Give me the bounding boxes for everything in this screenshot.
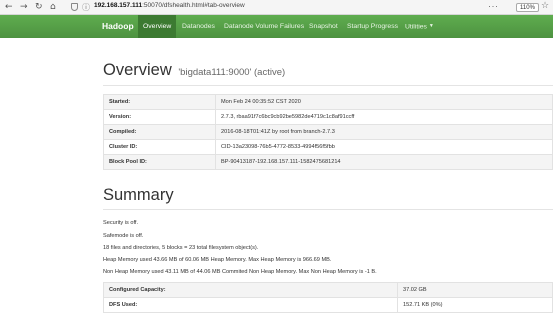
safemode-status: Safemode is off.	[103, 233, 144, 239]
table-value: 2.7.3, rbaa91f7c6bc9cb92be5982de4719c1c8…	[215, 109, 553, 125]
table-key: Block Pool ID:	[103, 154, 216, 170]
page-actions-menu-icon[interactable]: ···	[488, 1, 499, 11]
address-bar[interactable]: 192.168.157.111:50070/dfshealth.html#tab…	[94, 2, 245, 9]
table-key: Compiled:	[103, 124, 216, 140]
summary-table: Configured Capacity: 37.02 GB DFS Used: …	[103, 282, 553, 313]
nav-datanode-volume-failures[interactable]: Datanode Volume Failures	[219, 15, 309, 38]
table-key: Configured Capacity:	[103, 282, 398, 298]
divider	[103, 85, 553, 86]
hadoop-navbar: Hadoop Overview Datanodes Datanode Volum…	[0, 15, 553, 38]
home-icon[interactable]: ⌂	[50, 2, 56, 12]
table-value: 2016-08-18T01:41Z by root from branch-2.…	[215, 124, 553, 140]
table-row: Cluster ID: CID-13a23098-76b5-4772-8533-…	[103, 139, 553, 155]
forward-arrow-icon[interactable]: →	[20, 2, 28, 12]
divider	[103, 209, 553, 210]
nav-startup-progress[interactable]: Startup Progress	[342, 15, 403, 38]
chevron-down-icon: ▼	[428, 23, 434, 29]
star-icon[interactable]: ☆	[541, 1, 549, 11]
reload-icon[interactable]: ↻	[35, 2, 43, 12]
overview-heading: Overview 'bigdata111:9000' (active)	[103, 61, 285, 80]
table-value: 37.02 GB	[397, 282, 553, 298]
shield-icon[interactable]	[71, 3, 78, 11]
table-value: BP-90413187-192.168.157.111-158247568121…	[215, 154, 553, 170]
overview-title: Overview	[103, 61, 172, 79]
heap-memory: Heap Memory used 43.66 MB of 60.06 MB He…	[103, 257, 332, 263]
table-key: DFS Used:	[103, 297, 398, 313]
namenode-subtitle: 'bigdata111:9000' (active)	[178, 67, 286, 78]
table-key: Cluster ID:	[103, 139, 216, 155]
table-row: Started: Mon Feb 24 00:35:52 CST 2020	[103, 94, 553, 110]
table-row: Block Pool ID: BP-90413187-192.168.157.1…	[103, 154, 553, 170]
security-status: Security is off.	[103, 220, 139, 226]
table-row: DFS Used: 152.71 KB (0%)	[103, 297, 553, 313]
table-row: Version: 2.7.3, rbaa91f7c6bc9cb92be5982d…	[103, 109, 553, 125]
table-value: 152.71 KB (0%)	[397, 297, 553, 313]
nav-overview[interactable]: Overview	[138, 15, 177, 38]
summary-heading: Summary	[103, 186, 174, 204]
brand-logo[interactable]: Hadoop	[102, 21, 134, 31]
nav-datanodes[interactable]: Datanodes	[177, 15, 220, 38]
nav-utilities-label: Utilities	[405, 23, 427, 31]
nav-utilities[interactable]: Utilities ▼	[400, 15, 439, 38]
table-row: Compiled: 2016-08-18T01:41Z by root from…	[103, 124, 553, 140]
table-key: Started:	[103, 94, 216, 110]
url-host: 192.168.157.111	[94, 2, 143, 9]
zoom-level-button[interactable]: 110%	[516, 3, 539, 12]
browser-toolbar: ← → ↻ ⌂ ⓘ 192.168.157.111:50070/dfshealt…	[0, 0, 553, 15]
url-path: :50070/dfshealth.html#tab-overview	[142, 2, 245, 9]
non-heap-memory: Non Heap Memory used 43.11 MB of 44.06 M…	[103, 269, 377, 275]
back-arrow-icon[interactable]: ←	[5, 2, 13, 12]
table-value: CID-13a23098-76b5-4772-8533-4994f56f5fbb	[215, 139, 553, 155]
table-value: Mon Feb 24 00:35:52 CST 2020	[215, 94, 553, 110]
info-icon[interactable]: ⓘ	[82, 2, 90, 13]
table-key: Version:	[103, 109, 216, 125]
filesystem-objects: 18 files and directories, 5 blocks = 23 …	[103, 245, 259, 251]
nav-snapshot[interactable]: Snapshot	[304, 15, 343, 38]
table-row: Configured Capacity: 37.02 GB	[103, 282, 553, 298]
overview-table: Started: Mon Feb 24 00:35:52 CST 2020 Ve…	[103, 94, 553, 170]
